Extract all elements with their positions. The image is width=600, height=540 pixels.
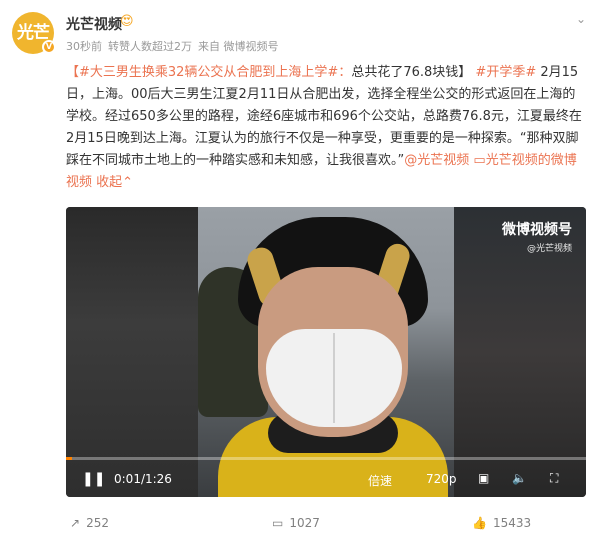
video-controls: ❚❚ 0:01/1:26 倍速 720p ▣ 🔈 ⛶: [66, 461, 586, 497]
topic-link[interactable]: 【#大三男生换乘32辆公交从合肥到上海上学#：: [66, 65, 351, 80]
comment-action[interactable]: ▭ 1027: [272, 516, 320, 530]
like-count: 15433: [492, 516, 532, 530]
hashtag-link[interactable]: #开学季#: [475, 65, 536, 80]
post-time: 30秒前: [66, 40, 102, 53]
post-actions: ↗ 252 ▭ 1027 👍 15433: [0, 507, 600, 540]
comment-icon: ▭: [272, 516, 284, 530]
share-action[interactable]: ↗ 252: [70, 516, 109, 530]
verified-badge-icon: V: [42, 40, 56, 54]
pause-icon[interactable]: ❚❚: [82, 471, 105, 487]
user-level-icon: 😍: [120, 14, 134, 29]
post-meta: 30秒前 转赞人数超过2万 来自 微博视频号: [66, 38, 279, 54]
like-icon: 👍: [472, 516, 487, 530]
progress-fill: [66, 457, 73, 460]
mention-link[interactable]: @光芒视频: [404, 153, 469, 168]
share-icon: ↗: [70, 516, 81, 530]
video-player[interactable]: 微博视频号 @光芒视频 ❚❚ 0:01/1:26 倍速 720p ▣ 🔈 ⛶: [66, 207, 586, 497]
volume-icon[interactable]: 🔈: [512, 471, 527, 485]
chevron-down-icon[interactable]: ⌄: [576, 12, 586, 26]
collapse-button[interactable]: 收起: [96, 175, 122, 190]
watermark-sub: @光芒视频: [526, 244, 572, 254]
video-link-icon[interactable]: ▭: [473, 153, 485, 168]
comment-count: 1027: [289, 516, 320, 530]
like-action[interactable]: 👍 15433: [472, 516, 531, 530]
picture-in-picture-icon[interactable]: ▣: [478, 471, 489, 485]
share-count: 252: [86, 516, 109, 530]
video-progress-bar[interactable]: [66, 457, 586, 460]
username[interactable]: 光芒视频: [66, 14, 122, 34]
speed-button[interactable]: 倍速: [368, 472, 392, 489]
video-time: 0:01/1:26: [114, 472, 172, 486]
post-headline-tail: 总共花了76.8块钱】: [351, 65, 472, 80]
post-source[interactable]: 来自 微博视频号: [198, 38, 279, 54]
video-blur-left: [66, 207, 198, 497]
watermark-title: 微博视频号: [502, 222, 572, 238]
fullscreen-icon[interactable]: ⛶: [550, 471, 558, 486]
chevron-up-icon[interactable]: ⌃: [122, 175, 133, 190]
watermark: 微博视频号 @光芒视频: [502, 219, 572, 254]
quality-button[interactable]: 720p: [426, 472, 457, 486]
weibo-post-card: 光芒 V 光芒视频 😍 30秒前 转赞人数超过2万 来自 微博视频号 ⌄ 【#大…: [0, 0, 600, 540]
video-frame: [198, 207, 454, 497]
repost-summary: 转赞人数超过2万: [108, 40, 192, 53]
post-text: 【#大三男生换乘32辆公交从合肥到上海上学#：总共花了76.8块钱】 #开学季#…: [66, 62, 586, 194]
